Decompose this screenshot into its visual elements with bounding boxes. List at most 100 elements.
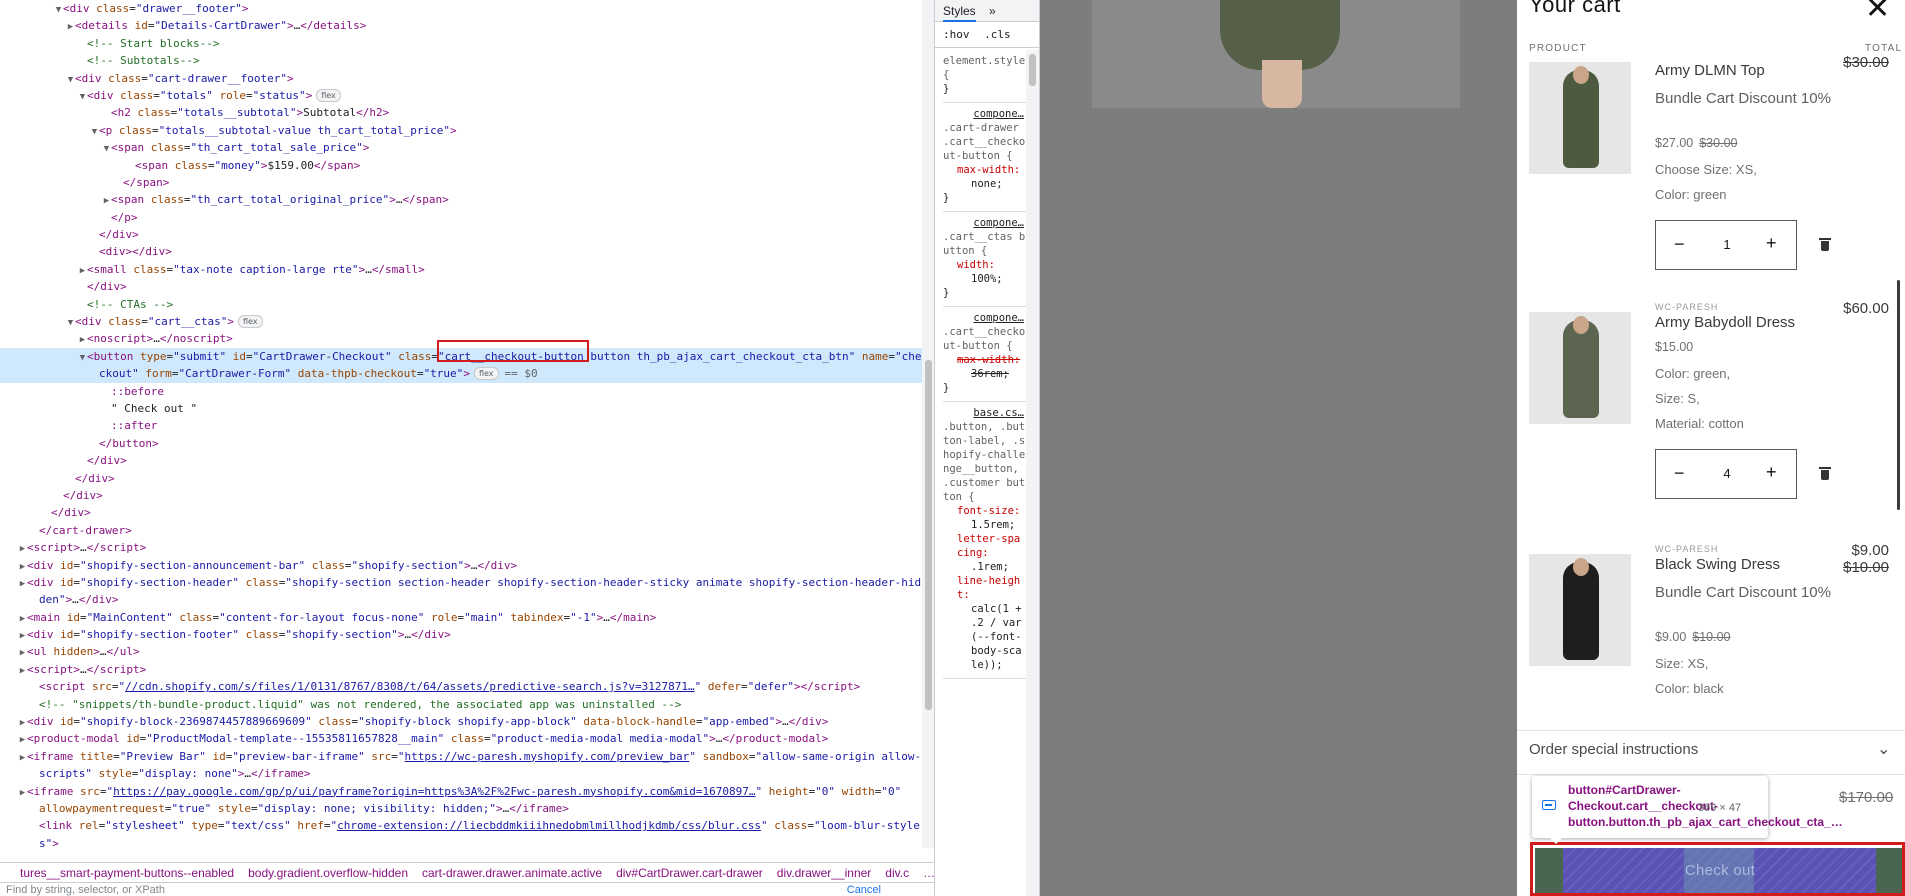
css-rule[interactable]: compone… .cart__checkout-button {max-widt… xyxy=(943,307,1026,402)
collapse-triangle-icon[interactable]: ▶ xyxy=(18,576,27,591)
dom-node-line[interactable]: ▼ <div class="totals" role="status"> flex xyxy=(0,87,922,104)
css-property-name[interactable]: letter-spacing: xyxy=(943,532,1026,560)
css-property-name[interactable]: line-height: xyxy=(943,574,1026,602)
quantity-value[interactable]: 1 xyxy=(1656,237,1798,252)
dom-node-line[interactable]: </div> xyxy=(0,226,922,243)
dom-node-line[interactable]: </div> xyxy=(0,470,922,487)
dom-node-line[interactable]: </div> xyxy=(0,452,922,469)
dom-node-line[interactable]: ▶ <iframe title="Preview Bar" id="preview… xyxy=(0,748,922,765)
collapse-triangle-icon[interactable]: ▶ xyxy=(78,263,87,278)
quantity-stepper[interactable]: −4 + xyxy=(1655,449,1797,499)
css-source-link[interactable]: base.cs… xyxy=(943,406,1026,420)
dom-node-line[interactable]: <script src="//cdn.shopify.com/s/files/1… xyxy=(0,678,922,695)
css-property-name[interactable]: font-size: xyxy=(943,504,1026,518)
dom-node-line[interactable]: <!-- CTAs --> xyxy=(0,296,922,313)
product-thumbnail[interactable] xyxy=(1529,554,1631,666)
dom-node-line[interactable]: ckout" form="CartDrawer-Form" data-thpb-… xyxy=(0,365,922,383)
styles-scrollbar[interactable] xyxy=(1026,50,1039,896)
dom-node-line[interactable]: ▼ <p class="totals__subtotal-value th_car… xyxy=(0,122,922,139)
dom-node-line[interactable]: </span> xyxy=(0,174,922,191)
dom-scrollbar[interactable] xyxy=(922,0,934,848)
css-property-name[interactable]: max-width: xyxy=(943,353,1026,367)
quantity-value[interactable]: 4 xyxy=(1656,466,1798,481)
breadcrumb-item[interactable]: tures__smart-payment-buttons--enabled xyxy=(20,866,234,880)
css-source-link[interactable]: compone… xyxy=(943,107,1026,121)
collapse-triangle-icon[interactable]: ▶ xyxy=(18,663,27,678)
more-tabs-icon[interactable]: » xyxy=(989,4,996,18)
plus-icon[interactable]: + xyxy=(1766,462,1777,483)
dom-node-line[interactable]: ▶ <ul hidden>…</ul> xyxy=(0,643,922,660)
plus-icon[interactable]: + xyxy=(1766,233,1777,254)
dom-node-line[interactable]: " Check out " xyxy=(0,400,922,417)
dom-node-line[interactable]: ▼ <span class="th_cart_total_sale_price"> xyxy=(0,139,922,156)
dom-node-line[interactable]: <!-- "snippets/th-bundle-product.liquid"… xyxy=(0,696,922,713)
expand-triangle-icon[interactable]: ▼ xyxy=(90,124,99,139)
collapse-triangle-icon[interactable]: ▶ xyxy=(18,645,27,660)
collapse-triangle-icon[interactable]: ▶ xyxy=(18,611,27,626)
dom-node-line[interactable]: </div> xyxy=(0,278,922,295)
css-rule[interactable]: compone… .cart-drawer .cart__checkout-but… xyxy=(943,103,1026,212)
breadcrumb-item[interactable]: div.c xyxy=(885,866,909,880)
order-instructions[interactable]: Order special instructions ⌄ xyxy=(1517,730,1905,774)
css-rule[interactable]: element.style {} xyxy=(943,50,1026,103)
styles-scrollbar-thumb[interactable] xyxy=(1029,54,1036,86)
dom-node-line[interactable]: scripts" style="display: none">…</iframe… xyxy=(0,765,922,782)
dom-node-line[interactable]: ::after xyxy=(0,417,922,434)
dom-node-line[interactable]: ▶ <span class="th_cart_total_original_pri… xyxy=(0,191,922,208)
product-thumbnail[interactable] xyxy=(1529,312,1631,424)
css-source-link[interactable]: compone… xyxy=(943,216,1026,230)
dom-node-line[interactable]: </p> xyxy=(0,209,922,226)
breadcrumb-item[interactable]: div#CartDrawer.cart-drawer xyxy=(616,866,763,880)
dom-node-line[interactable]: ▶ <iframe src="https://pay.google.com/gp/… xyxy=(0,783,922,800)
css-property-value[interactable]: .1rem; xyxy=(943,560,1026,574)
quantity-stepper[interactable]: −1 + xyxy=(1655,220,1797,270)
tab-styles[interactable]: Styles xyxy=(943,4,976,22)
css-property-name[interactable]: max-width: xyxy=(943,163,1026,177)
product-thumbnail[interactable] xyxy=(1529,62,1631,174)
collapse-triangle-icon[interactable]: ▶ xyxy=(18,628,27,643)
collapse-triangle-icon[interactable]: ▶ xyxy=(18,732,27,747)
trash-icon[interactable] xyxy=(1819,467,1831,481)
dom-node-line[interactable]: <h2 class="totals__subtotal">Subtotal</h… xyxy=(0,104,922,121)
dom-node-line[interactable]: </button> xyxy=(0,435,922,452)
dom-node-line[interactable]: <div></div> xyxy=(0,243,922,260)
dom-scrollbar-thumb[interactable] xyxy=(925,360,932,710)
dom-node-line[interactable]: s"> xyxy=(0,835,922,848)
css-source-link[interactable]: compone… xyxy=(943,311,1026,325)
css-property-value[interactable]: calc(1 + .2 / var(--font-body-scale)); xyxy=(943,602,1026,672)
css-rule[interactable]: base.cs… .button, .button-label, .shopify… xyxy=(943,402,1026,679)
css-property-name[interactable]: width: xyxy=(943,258,1026,272)
dom-node-line[interactable]: ▶ <product-modal id="ProductModal-templat… xyxy=(0,730,922,747)
collapse-triangle-icon[interactable]: ▶ xyxy=(66,19,75,34)
dom-node-line[interactable]: <span class="money">$159.00</span> xyxy=(0,157,922,174)
expand-triangle-icon[interactable]: ▼ xyxy=(78,350,87,365)
dom-node-line[interactable]: </div> xyxy=(0,487,922,504)
dom-node-line[interactable]: ▶ <details id="Details-CartDrawer">…</det… xyxy=(0,17,922,34)
expand-triangle-icon[interactable]: ▼ xyxy=(66,315,75,330)
collapse-triangle-icon[interactable]: ▶ xyxy=(18,559,27,574)
dom-node-line[interactable]: ▼ <div class="drawer__footer"> xyxy=(0,0,922,17)
find-input[interactable]: Find by string, selector, or XPath xyxy=(6,884,165,896)
product-name[interactable]: Black Swing Dress xyxy=(1655,556,1780,573)
dom-node-line[interactable]: ▶ <div id="shopify-section-footer" class=… xyxy=(0,626,922,643)
collapse-triangle-icon[interactable]: ▶ xyxy=(18,541,27,556)
cart-scrollbar-thumb[interactable] xyxy=(1897,280,1900,510)
hover-state-toggle[interactable]: :hov xyxy=(943,28,970,41)
dom-node-line[interactable]: ▶ <div id="shopify-block-2369874457889669… xyxy=(0,713,922,730)
class-toggle[interactable]: .cls xyxy=(984,28,1011,41)
dom-node-line[interactable]: ▼ <div class="cart__ctas"> flex xyxy=(0,313,922,330)
breadcrumb-item[interactable]: div.drawer__inner xyxy=(777,866,872,880)
find-cancel-button[interactable]: Cancel xyxy=(847,883,881,896)
expand-triangle-icon[interactable]: ▼ xyxy=(78,89,87,104)
css-rule[interactable]: compone… .cart__ctas button {width: 100%;} xyxy=(943,212,1026,307)
css-property-value[interactable]: 1.5rem; xyxy=(943,518,1026,532)
dom-node-line[interactable]: ▶ <script>…</script> xyxy=(0,661,922,678)
dom-node-line[interactable]: ▶ <script>…</script> xyxy=(0,539,922,556)
close-icon[interactable]: ✕ xyxy=(1865,0,1890,24)
expand-triangle-icon[interactable]: ▼ xyxy=(66,72,75,87)
dom-node-line[interactable]: <!-- Start blocks--> xyxy=(0,35,922,52)
dom-node-line[interactable]: ▼ <div class="cart-drawer__footer"> xyxy=(0,70,922,87)
expand-triangle-icon[interactable]: ▼ xyxy=(102,141,111,156)
css-property-value[interactable]: none; xyxy=(943,177,1026,191)
breadcrumb-item[interactable]: body.gradient.overflow-hidden xyxy=(248,866,408,880)
